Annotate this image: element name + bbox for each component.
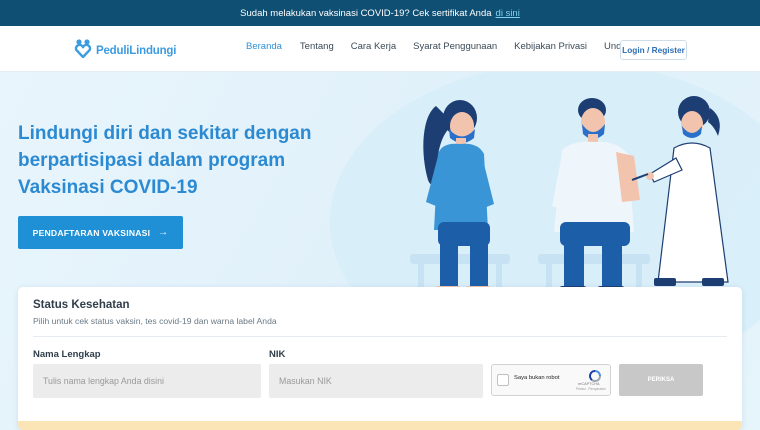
hero-section: Lindungi diri dan sekitar dengan berpart… <box>0 72 760 430</box>
vaccine-registration-button[interactable]: PENDAFTARAN VAKSINASI → <box>18 216 183 249</box>
announcement-bar: Sudah melakukan vaksinasi COVID-19? Cek … <box>0 0 760 26</box>
hero-title-line: Vaksinasi COVID-19 <box>18 177 198 198</box>
recaptcha-checkbox[interactable] <box>497 374 509 386</box>
navbar: PeduliLindungi Beranda Tentang Cara Kerj… <box>0 26 760 72</box>
recaptcha-label: Saya bukan robot <box>514 375 560 381</box>
result-strip <box>18 421 742 430</box>
hero-title-line: Lindungi diri dan sekitar dengan <box>18 123 312 144</box>
login-register-button[interactable]: Login / Register <box>620 40 687 60</box>
nav-cara-kerja[interactable]: Cara Kerja <box>351 41 396 52</box>
check-status-button[interactable]: PERIKSA <box>619 364 703 396</box>
name-label: Nama Lengkap <box>33 349 101 360</box>
vaccination-illustration <box>410 96 729 302</box>
recaptcha-brand: reCAPTCHA <box>578 382 600 386</box>
recaptcha-widget: Saya bukan robot reCAPTCHA Privasi - Per… <box>491 364 611 396</box>
main-nav: Beranda Tentang Cara Kerja Syarat Penggu… <box>246 41 632 52</box>
nav-beranda[interactable]: Beranda <box>246 41 282 52</box>
certificate-link[interactable]: di sini <box>496 8 520 19</box>
card-title: Status Kesehatan <box>33 299 130 311</box>
health-status-card: Status Kesehatan Pilih untuk cek status … <box>18 287 742 430</box>
cta-label: PENDAFTARAN VAKSINASI <box>32 227 151 238</box>
card-divider <box>33 336 727 337</box>
announcement-text: Sudah melakukan vaksinasi COVID-19? Cek … <box>240 7 492 19</box>
recaptcha-terms-link[interactable]: Privasi - Persyaratan <box>576 387 606 391</box>
brand-name: PeduliLindungi <box>96 44 177 57</box>
full-name-input[interactable] <box>33 364 261 398</box>
nik-input[interactable] <box>269 364 483 398</box>
nav-tentang[interactable]: Tentang <box>300 41 334 52</box>
heart-people-logo-icon <box>74 38 92 63</box>
nav-kebijakan-privasi[interactable]: Kebijakan Privasi <box>514 41 587 52</box>
arrow-right-icon: → <box>158 227 169 238</box>
hero-title-line: berpartisipasi dalam program <box>18 150 286 171</box>
brand-logo[interactable]: PeduliLindungi <box>74 38 176 63</box>
nav-syarat-penggunaan[interactable]: Syarat Penggunaan <box>413 41 497 52</box>
nik-label: NIK <box>269 349 286 360</box>
card-subtitle: Pilih untuk cek status vaksin, tes covid… <box>33 316 277 326</box>
hero-title: Lindungi diri dan sekitar dengan berpart… <box>18 120 348 201</box>
